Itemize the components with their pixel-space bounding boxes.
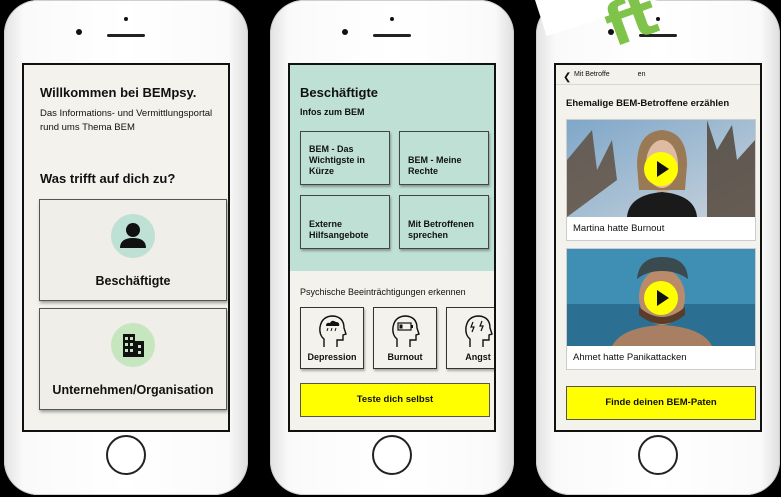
video-caption: Ahmet hatte Panikattacken bbox=[573, 352, 687, 363]
employees-title: Beschäftigte bbox=[300, 85, 379, 100]
tile-external-help[interactable]: Externe Hilfsangebote bbox=[300, 195, 390, 249]
head-cloud-icon bbox=[316, 313, 348, 349]
company-card[interactable]: Unternehmen/Organisation bbox=[39, 308, 227, 410]
front-camera bbox=[76, 29, 82, 35]
tile-essentials[interactable]: BEM - Das Wichtigste in Kürze bbox=[300, 131, 390, 185]
play-icon[interactable] bbox=[644, 151, 678, 186]
depression-card[interactable]: Depression bbox=[300, 307, 364, 369]
phone-frame-3: ❮ Mit Betroffe en Ehemalige BEM-Betroffen… bbox=[536, 0, 780, 495]
recognize-section-title: Psychische Beeinträchtigungen erkennen bbox=[300, 287, 466, 297]
sensor-dot bbox=[390, 17, 394, 21]
self-test-button[interactable]: Teste dich selbst bbox=[300, 383, 490, 417]
tile-my-rights[interactable]: BEM - Meine Rechte bbox=[399, 131, 489, 185]
burnout-card[interactable]: Burnout bbox=[373, 307, 437, 369]
head-battery-icon bbox=[389, 313, 421, 349]
building-icon bbox=[111, 323, 155, 367]
phone-frame-2: Beschäftigte Infos zum BEM BEM - Das Wic… bbox=[270, 0, 514, 495]
tile-talk-to-affected[interactable]: Mit Betroffenen sprechen bbox=[399, 195, 489, 249]
welcome-screen: Willkommen bei BEMpsy. Das Informations-… bbox=[22, 63, 230, 432]
employees-card[interactable]: Beschäftigte bbox=[39, 199, 227, 301]
back-label: Mit Betroffe bbox=[574, 71, 610, 78]
employees-screen: Beschäftigte Infos zum BEM BEM - Das Wic… bbox=[288, 63, 496, 432]
welcome-subtitle: Das Informations- und Vermittlungsportal… bbox=[40, 108, 213, 133]
audience-question: Was trifft auf dich zu? bbox=[40, 171, 176, 186]
stories-title: Ehemalige BEM-Betroffene erzählen bbox=[566, 98, 730, 109]
play-icon[interactable] bbox=[644, 280, 678, 315]
anxiety-card[interactable]: Angst bbox=[446, 307, 494, 369]
earpiece-speaker bbox=[373, 34, 411, 37]
video-card-ahmet[interactable]: Ahmet hatte Panikattacken bbox=[566, 248, 756, 370]
info-panel: Beschäftigte Infos zum BEM BEM - Das Wic… bbox=[290, 65, 494, 271]
home-button[interactable] bbox=[638, 435, 678, 475]
person-icon bbox=[111, 214, 155, 258]
find-mentor-button[interactable]: Finde deinen BEM-Paten bbox=[566, 386, 756, 420]
video-thumbnail bbox=[567, 120, 755, 217]
anxiety-label: Angst bbox=[465, 352, 491, 362]
employees-card-label: Beschäftigte bbox=[95, 274, 171, 288]
front-camera bbox=[342, 29, 348, 35]
burnout-label: Burnout bbox=[387, 352, 423, 362]
home-button[interactable] bbox=[106, 435, 146, 475]
home-button[interactable] bbox=[372, 435, 412, 475]
depression-label: Depression bbox=[307, 352, 357, 362]
video-card-martina[interactable]: Martina hatte Burnout bbox=[566, 119, 756, 241]
earpiece-speaker bbox=[107, 34, 145, 37]
back-label-tail: en bbox=[637, 71, 646, 78]
video-thumbnail bbox=[567, 249, 755, 346]
stories-screen: ❮ Mit Betroffe en Ehemalige BEM-Betroffen… bbox=[554, 63, 762, 432]
welcome-title: Willkommen bei BEMpsy. bbox=[40, 85, 197, 100]
head-lightning-icon bbox=[462, 313, 494, 349]
video-caption: Martina hatte Burnout bbox=[573, 223, 665, 234]
back-navigation[interactable]: ❮ Mit Betroffe en bbox=[556, 65, 760, 85]
info-subtitle: Infos zum BEM bbox=[300, 107, 365, 117]
chevron-left-icon[interactable]: ❮ bbox=[563, 68, 571, 88]
showcase-stage: Willkommen bei BEMpsy. Das Informations-… bbox=[0, 0, 781, 497]
sensor-dot bbox=[124, 17, 128, 21]
company-card-label: Unternehmen/Organisation bbox=[52, 383, 214, 397]
phone-frame-1: Willkommen bei BEMpsy. Das Informations-… bbox=[4, 0, 248, 495]
